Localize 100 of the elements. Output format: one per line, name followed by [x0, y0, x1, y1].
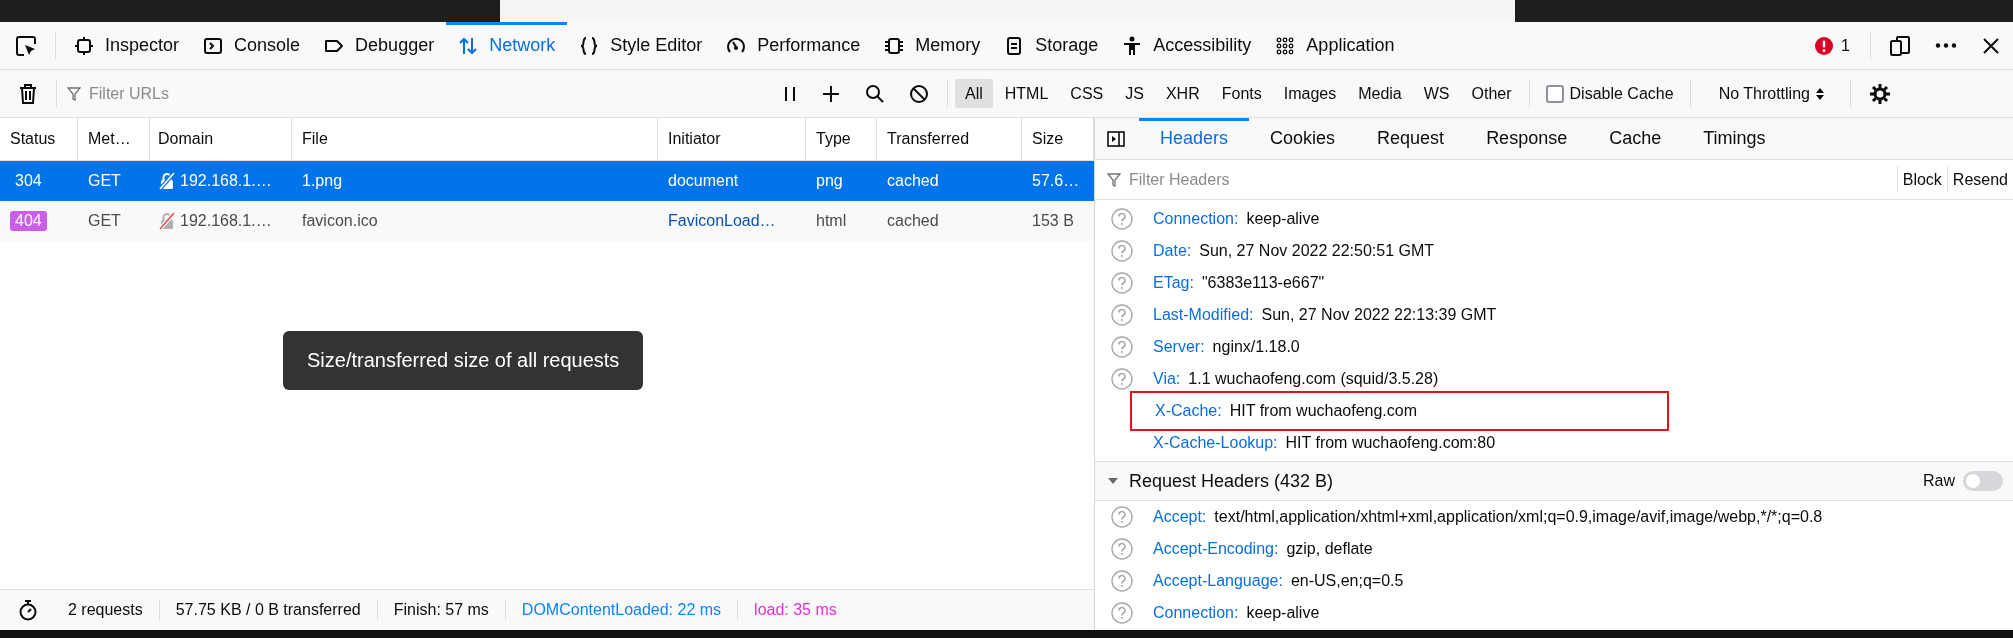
filter-icon [67, 85, 81, 102]
devtools-tab[interactable]: Inspector [62, 22, 192, 69]
filter-urls-field[interactable]: Filter URLs [87, 83, 767, 104]
throttling-dropdown[interactable]: No Throttling [1696, 70, 1844, 117]
stopwatch-icon [18, 599, 38, 621]
type-filter-button[interactable]: All [955, 79, 993, 108]
type-filter-button[interactable]: XHR [1155, 79, 1210, 108]
header-value: "6383e113-e667" [1201, 274, 1325, 292]
header-name: ETag: [1153, 274, 1194, 292]
error-count-button[interactable]: 1 [1801, 22, 1864, 69]
blocked-icon [909, 83, 929, 104]
error-icon [1815, 36, 1834, 55]
table-cell-text: 153 B [1031, 212, 1075, 230]
devtools-tab[interactable]: Style Editor [567, 22, 715, 69]
details-tab[interactable]: Request [1356, 118, 1466, 159]
type-filter-button[interactable]: HTML [994, 79, 1059, 108]
devtools-tab[interactable]: Storage [992, 22, 1111, 69]
devtools-tab[interactable]: Performance [714, 22, 873, 69]
disable-cache-checkbox[interactable] [1545, 84, 1564, 103]
devtools-tab[interactable]: Accessibility [1110, 22, 1264, 69]
devtools-tab[interactable]: Console [191, 22, 313, 69]
header-name: Via: [1153, 370, 1181, 388]
table-cell: document [668, 172, 739, 190]
braces-icon [579, 35, 600, 56]
type-filter-button[interactable]: CSS [1060, 79, 1114, 108]
header-name: Last-Modified: [1153, 306, 1254, 324]
details-tab[interactable]: Cache [1588, 118, 1683, 159]
details-tab[interactable]: Timings [1682, 118, 1787, 159]
column-header[interactable]: Type [806, 118, 877, 160]
search-icon [865, 83, 885, 104]
type-filter-button[interactable]: JS [1115, 79, 1154, 108]
header-name: X-Cache: [1155, 402, 1222, 420]
column-header[interactable]: Size [1022, 118, 1094, 160]
table-cell-text: png [815, 172, 844, 190]
status-summary: DOMContentLoaded: 22 ms [520, 600, 723, 620]
status-summary: load: 35 ms [753, 600, 838, 620]
column-header[interactable]: Status [0, 118, 78, 160]
devtools-tab[interactable]: Debugger [312, 22, 447, 69]
devices-icon [1889, 34, 1911, 57]
header-value: 1.1 wuchaofeng.com (squid/3.5.28) [1188, 370, 1439, 388]
status-summary: 57.75 KB / 0 B transferred [174, 600, 362, 620]
request-row[interactable]: 404 GET 192.168.1.… favicon.ico FaviconLoad… html cached 153 B [0, 201, 1094, 241]
crossed-lock-icon [158, 212, 176, 230]
table-cell-text: 1.png [301, 172, 344, 190]
panel-toggle-icon [1107, 129, 1125, 148]
status-code: 304 [14, 171, 43, 191]
header-value: text/html,application/xhtml+xml,application/xml;q=0.9,image/avif,image/webp,*/*;q=0.8 [1214, 508, 1823, 526]
column-header[interactable]: Met… [78, 118, 150, 160]
type-filter-button[interactable]: WS [1413, 79, 1460, 108]
column-header[interactable]: File [292, 118, 658, 160]
up-down-caret-icon [1815, 87, 1824, 100]
type-filter-button[interactable]: Fonts [1211, 79, 1272, 108]
header-value: keep-alive [1246, 604, 1320, 622]
person-icon [1122, 35, 1143, 56]
table-cell-text: 57.6… [1031, 172, 1081, 190]
header-name: Date: [1153, 242, 1192, 260]
header-name: Connection: [1153, 604, 1239, 622]
table-cell: 192.168.1.… [180, 212, 272, 230]
section-toggle[interactable]: Request Headers (432 B) [1095, 470, 1334, 492]
memory-chip-icon [884, 35, 905, 56]
request-row[interactable]: 304 GET 192.168.1.… 1.png document png cached 57.6… [0, 161, 1094, 201]
details-tab[interactable]: Headers [1139, 118, 1250, 159]
column-header[interactable]: Domain [150, 118, 292, 160]
column-header[interactable]: Transferred [877, 118, 1022, 160]
header-name: Accept: [1153, 508, 1207, 526]
header-name: Accept-Language: [1153, 572, 1283, 590]
disable-cache-label[interactable]: Disable Cache [1569, 84, 1674, 103]
type-filter-button[interactable]: Media [1348, 79, 1412, 108]
table-cell-text: html [815, 212, 848, 230]
status-code: 404 [10, 211, 47, 231]
table-cell-text: cached [886, 172, 940, 190]
header-action-button[interactable]: Resend [1947, 160, 2013, 199]
details-tab[interactable]: Response [1465, 118, 1589, 159]
details-tab[interactable]: Cookies [1249, 118, 1357, 159]
type-filter-button[interactable]: Images [1273, 79, 1347, 108]
tooltip: Size/transferred size of all requests [283, 331, 644, 390]
picker-icon [15, 34, 37, 57]
raw-label: Raw [1923, 472, 1955, 490]
trash-icon [18, 82, 38, 105]
terminal-icon [203, 35, 224, 56]
more-icon [1935, 43, 1957, 48]
header-name: Accept-Encoding: [1153, 540, 1279, 558]
header-name: X-Cache-Lookup: [1153, 434, 1278, 452]
type-filter-button[interactable]: Other [1461, 79, 1522, 108]
header-name: Server: [1153, 338, 1205, 356]
filter-headers-field[interactable]: Filter Headers [1127, 169, 1897, 190]
initiator-link[interactable]: FaviconLoad… [668, 212, 776, 230]
header-value: Sun, 27 Nov 2022 22:13:39 GMT [1261, 306, 1497, 324]
header-value: en-US,en;q=0.5 [1290, 572, 1404, 590]
raw-toggle[interactable] [1963, 471, 2003, 491]
header-value: HIT from wuchaofeng.com [1229, 402, 1418, 420]
header-value: gzip, deflate [1286, 540, 1373, 558]
devtools-tab[interactable]: Memory [872, 22, 993, 69]
column-header[interactable]: Initiator [658, 118, 806, 160]
close-icon [1981, 35, 2001, 56]
crossed-lock-icon [158, 172, 176, 190]
header-action-button[interactable]: Block [1897, 160, 1947, 199]
table-cell: 192.168.1.… [180, 172, 272, 190]
devtools-tab[interactable]: Application [1263, 22, 1407, 69]
table-cell-text: cached [886, 212, 940, 230]
